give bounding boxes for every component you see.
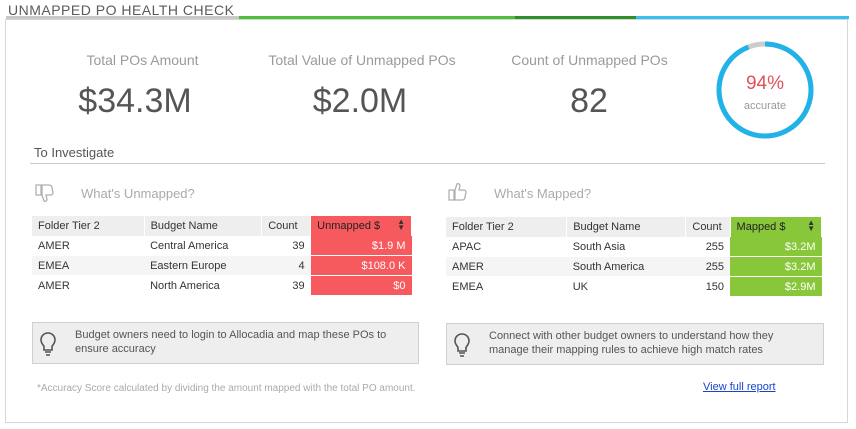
cell-count: 255	[685, 237, 731, 257]
kpi-unmapped-value: $2.0M	[312, 82, 408, 120]
thumbs-up-icon	[447, 181, 469, 203]
thumbs-down-icon	[34, 182, 56, 204]
sort-icon[interactable]: ▲ ▼	[397, 218, 405, 232]
kpi-unmapped-count: 82	[570, 82, 608, 120]
section-title-investigate: To Investigate	[34, 145, 115, 160]
unmapped-table: Folder Tier 2 Budget Name Count Unmapped…	[32, 216, 412, 296]
cell-count: 39	[261, 236, 311, 256]
accuracy-label: accurate	[743, 100, 787, 112]
cell-amount: $1.9 M	[310, 236, 412, 256]
cell-count: 150	[685, 276, 731, 297]
accuracy-percent: 94%	[745, 73, 785, 94]
cell-budget: North America	[144, 275, 262, 296]
table-row[interactable]: EMEA Eastern Europe 4 $108.0 K	[32, 255, 412, 276]
cell-budget: South Asia	[566, 237, 686, 257]
cell-amount: $0	[310, 275, 412, 296]
table-row[interactable]: APAC South Asia 255 $3.2M	[446, 237, 822, 257]
table-row[interactable]: AMER North America 39 $0	[32, 275, 412, 296]
cell-amount: $3.2M	[730, 256, 822, 277]
mapped-table-header: Folder Tier 2 Budget Name Count Mapped $…	[446, 217, 823, 237]
kpi-unmapped-value-label: Total Value of Unmapped POs	[268, 52, 456, 68]
cell-tier: AMER	[446, 256, 567, 277]
col-count[interactable]: Count	[685, 217, 731, 237]
cell-budget: Eastern Europe	[144, 255, 262, 276]
col-folder-tier[interactable]: Folder Tier 2	[446, 217, 568, 237]
unmapped-tip: Budget owners need to login to Allocadia…	[32, 322, 419, 364]
table-row[interactable]: AMER South America 255 $3.2M	[446, 256, 822, 277]
mapped-tip-text: Connect with other budget owners to unde…	[489, 330, 774, 356]
cell-tier: APAC	[446, 237, 567, 257]
cell-count: 4	[261, 255, 311, 276]
cell-count: 39	[261, 275, 311, 296]
accuracy-footnote: *Accuracy Score calculated by dividing t…	[37, 383, 416, 394]
col-mapped-amount-label: Mapped $	[736, 221, 786, 233]
cell-budget: Central America	[144, 236, 262, 256]
col-folder-tier[interactable]: Folder Tier 2	[32, 216, 145, 236]
cell-tier: AMER	[32, 275, 145, 296]
cell-tier: EMEA	[446, 276, 567, 297]
sort-icon[interactable]: ▲ ▼	[807, 219, 815, 233]
col-count[interactable]: Count	[261, 216, 312, 236]
cell-tier: EMEA	[32, 255, 145, 276]
col-budget-name[interactable]: Budget Name	[144, 216, 263, 236]
kpi-unmapped-count-label: Count of Unmapped POs	[511, 52, 668, 68]
view-full-report-link[interactable]: View full report	[703, 381, 776, 393]
mapped-tip: Connect with other budget owners to unde…	[446, 323, 824, 365]
cell-budget: South America	[566, 256, 686, 277]
lightbulb-icon	[454, 333, 470, 357]
cell-amount: $2.9M	[730, 276, 822, 297]
table-row[interactable]: AMER Central America 39 $1.9 M	[32, 236, 412, 256]
col-unmapped-amount-label: Unmapped $	[317, 220, 381, 232]
col-unmapped-amount[interactable]: Unmapped $ ▲ ▼	[310, 216, 412, 236]
col-budget-name[interactable]: Budget Name	[566, 217, 687, 237]
unmapped-table-header: Folder Tier 2 Budget Name Count Unmapped…	[32, 216, 412, 236]
col-mapped-amount[interactable]: Mapped $ ▲ ▼	[730, 217, 823, 237]
accuracy-gauge: 94% accurate	[714, 39, 816, 141]
cell-tier: AMER	[32, 236, 145, 256]
kpi-total-label: Total POs Amount	[86, 52, 199, 68]
kpi-total-value: $34.3M	[78, 82, 192, 120]
lightbulb-icon	[40, 332, 56, 356]
mapped-table: Folder Tier 2 Budget Name Count Mapped $…	[446, 217, 823, 297]
unmapped-tip-text: Budget owners need to login to Allocadia…	[75, 329, 387, 355]
section-divider	[30, 163, 825, 164]
cell-count: 255	[685, 256, 731, 277]
unmapped-heading: What's Unmapped?	[81, 186, 195, 201]
cell-amount: $108.0 K	[310, 255, 412, 276]
cell-amount: $3.2M	[730, 237, 822, 257]
mapped-heading: What's Mapped?	[494, 186, 592, 201]
table-row[interactable]: EMEA UK 150 $2.9M	[446, 276, 822, 297]
cell-budget: UK	[566, 276, 686, 297]
